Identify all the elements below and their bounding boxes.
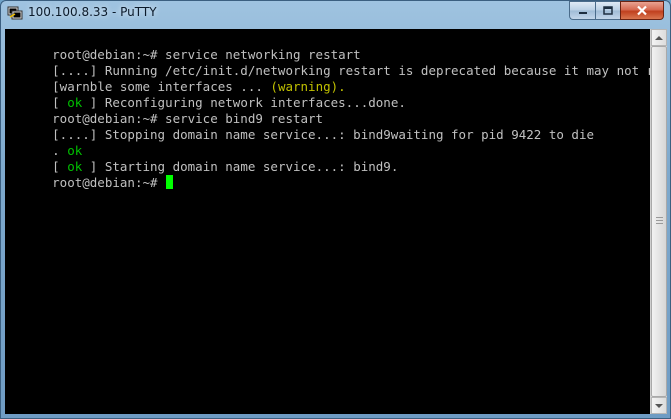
arrow-up-icon (655, 35, 663, 40)
putty-icon[interactable] (7, 5, 23, 21)
vertical-scrollbar[interactable] (650, 29, 667, 414)
grip-line (656, 217, 663, 218)
minimize-icon (578, 11, 587, 14)
maximize-icon (603, 5, 613, 15)
window-controls (569, 1, 664, 21)
close-icon (637, 5, 647, 16)
close-button[interactable] (620, 1, 664, 20)
terminal-screen[interactable]: root@debian:~# service networking restar… (5, 29, 650, 414)
shell-prompt: root@debian:~# (52, 175, 166, 190)
scroll-down-button[interactable] (651, 397, 667, 414)
putty-window: 100.100.8.33 - PuTTY root@debian:~# serv… (0, 0, 671, 419)
grip-line (656, 220, 663, 221)
scroll-up-button[interactable] (651, 29, 667, 46)
scroll-thumb[interactable] (651, 46, 667, 397)
maximize-button[interactable] (595, 1, 620, 20)
minimize-button[interactable] (569, 1, 595, 20)
arrow-down-icon (655, 403, 663, 408)
terminal-line: root@debian:~# service networking restar… (52, 47, 361, 62)
grip-line (656, 223, 663, 224)
title-bar[interactable]: 100.100.8.33 - PuTTY (1, 1, 670, 25)
terminal-line: [ ok ] Starting domain name service...: … (52, 159, 399, 174)
window-title: 100.100.8.33 - PuTTY (28, 5, 157, 19)
text-cursor (166, 175, 174, 189)
